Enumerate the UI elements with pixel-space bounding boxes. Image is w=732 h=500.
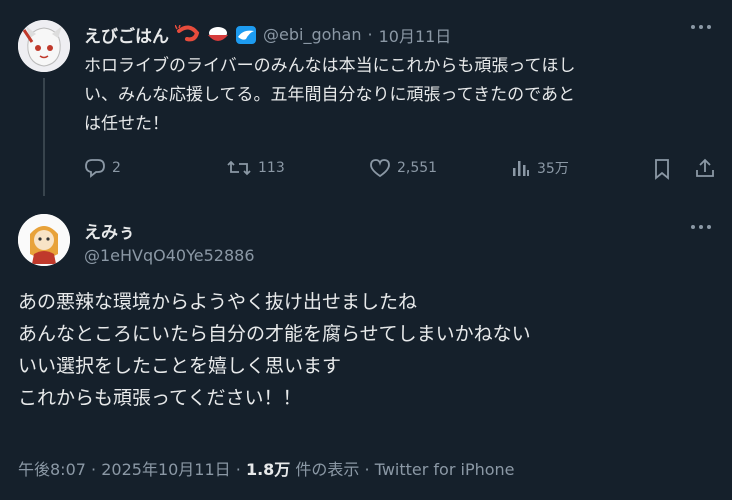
text-line: ホロライブのライバーのみんなは本当にこれからも頑張ってほし	[84, 56, 576, 76]
verified-badge-icon	[235, 25, 257, 45]
separator-dot: ·	[235, 460, 241, 479]
text-line: いい選択をしたことを嬉しく思います	[18, 355, 342, 377]
bookmark-icon[interactable]	[652, 158, 672, 180]
main-display-name[interactable]: えみぅ	[84, 218, 135, 243]
separator-dot: ·	[364, 460, 370, 479]
post-date[interactable]: 2025年10月11日	[101, 460, 230, 479]
reply-button[interactable]: 2	[84, 158, 121, 178]
client-link[interactable]: Twitter for iPhone	[375, 460, 515, 479]
text-line: い、みんな応援してる。五年間自分なりに頑張ってきたのであと	[84, 85, 575, 105]
text-line: は任せた！	[84, 114, 169, 134]
parent-avatar[interactable]	[18, 20, 70, 72]
retweet-count: 113	[258, 160, 285, 176]
parent-handle[interactable]: @ebi_gohan	[263, 25, 361, 44]
parent-display-name[interactable]: えびごはん	[84, 22, 169, 47]
views-total: 1.8万	[245, 460, 291, 479]
views-label: 件の表示	[295, 460, 360, 479]
parent-more-icon[interactable]	[690, 22, 712, 32]
thread-connector-line	[43, 78, 45, 196]
reply-count: 2	[112, 160, 121, 176]
shrimp-emoji-icon	[175, 24, 201, 45]
main-handle[interactable]: @1eHVqO40Ye52886	[84, 246, 255, 265]
retweet-icon	[226, 158, 252, 178]
main-more-icon[interactable]	[690, 222, 712, 232]
parent-date[interactable]: 10月11日	[379, 23, 452, 47]
post-time[interactable]: 午後8:07	[18, 460, 86, 479]
share-icon[interactable]	[694, 157, 716, 179]
reply-icon	[84, 158, 106, 178]
rice-bowl-emoji-icon	[207, 25, 229, 45]
like-button[interactable]: 2,551	[369, 158, 437, 178]
main-avatar[interactable]	[18, 214, 70, 266]
text-line: あんなところにいたら自分の才能を腐らせてしまいかねない	[18, 323, 531, 345]
heart-icon	[369, 158, 391, 178]
parent-tweet-text: ホロライブのライバーのみんなは本当にこれからも頑張ってほし い、みんな応援してる…	[84, 52, 724, 139]
like-count: 2,551	[397, 160, 438, 176]
views-button[interactable]: 35万	[511, 158, 569, 178]
text-line: これからも頑張ってください！！	[18, 387, 302, 409]
separator-dot: ·	[91, 460, 97, 479]
retweet-button[interactable]: 113	[226, 158, 285, 178]
tweet-metadata: 午後8:07 · 2025年10月11日 · 1.8万 件の表示 · Twitt…	[18, 456, 515, 480]
main-tweet-text: あの悪辣な環境からようやく抜け出せましたね あんなところにいたら自分の才能を腐ら…	[18, 286, 718, 414]
text-line: あの悪辣な環境からようやく抜け出せましたね	[18, 291, 418, 313]
views-chart-icon	[511, 158, 531, 178]
views-count: 35万	[537, 161, 569, 177]
separator-dot: ·	[367, 25, 373, 44]
